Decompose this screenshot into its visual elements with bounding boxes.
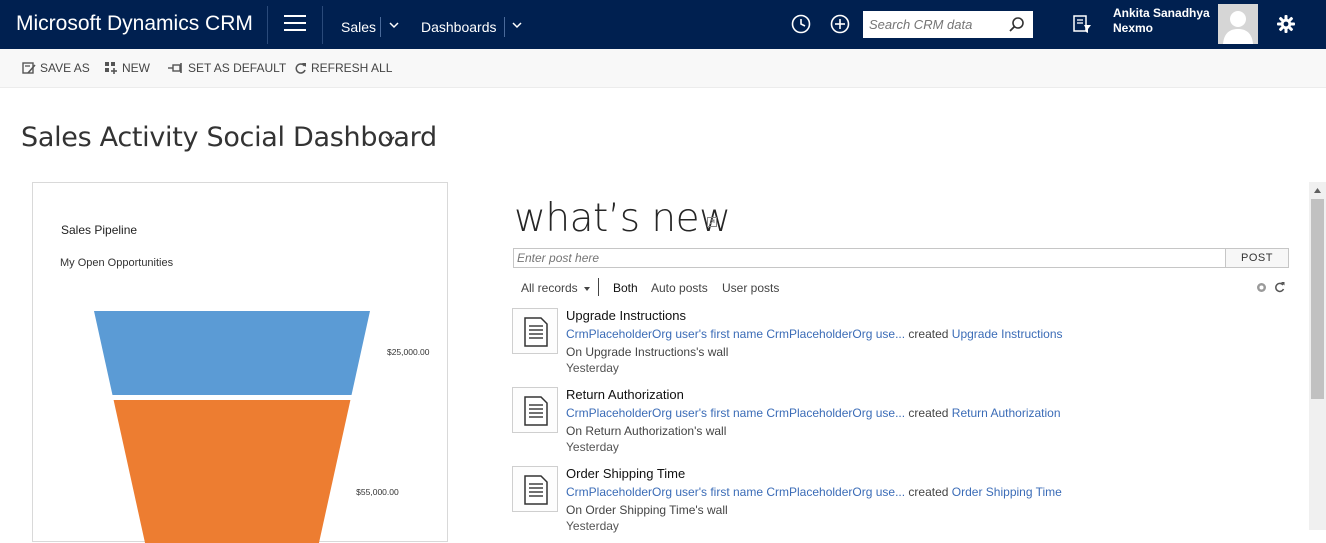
save-as-button[interactable]: SAVE AS [22,61,90,75]
settings-icon[interactable] [1276,14,1296,34]
pop-out-icon[interactable] [707,217,717,227]
funnel-chart: $25,000.00 $55,000.00 [94,311,430,543]
post-button[interactable]: POST [1225,248,1289,268]
post-target-link[interactable]: Return Authorization [952,406,1061,420]
history-icon[interactable] [790,13,812,35]
post-target-link[interactable]: Order Shipping Time [952,485,1062,499]
scroll-up-arrow-icon[interactable] [1309,182,1326,199]
document-icon [524,317,548,347]
follow-icon[interactable] [1256,282,1267,293]
nav-dashboards[interactable]: Dashboards [421,19,497,35]
new-label: NEW [122,61,150,75]
post-action: created [908,327,949,341]
post-author-link[interactable]: CrmPlaceholderOrg user's first name CrmP… [566,327,905,341]
post-author-link[interactable]: CrmPlaceholderOrg user's first name CrmP… [566,406,905,420]
document-icon [524,396,548,426]
post-author-link[interactable]: CrmPlaceholderOrg user's first name CrmP… [566,485,905,499]
user-org[interactable]: Nexmo [1113,21,1153,35]
app-title[interactable]: Microsoft Dynamics CRM [16,12,253,36]
feed-item: Return Authorization CrmPlaceholderOrg u… [512,387,1272,463]
user-silhouette-icon [1223,11,1253,44]
search-input[interactable] [863,11,1003,38]
post-action: created [908,406,949,420]
post-input[interactable] [514,249,1225,267]
chevron-down-icon[interactable] [388,19,400,31]
nav-separator [380,17,381,37]
chevron-down-icon[interactable] [511,19,523,31]
new-icon [105,62,117,74]
record-document-icon[interactable] [512,466,558,512]
post-time: Yesterday [566,519,619,533]
records-filter-label: All records [521,281,578,295]
post-wall: On Upgrade Instructions's wall [566,345,729,359]
record-document-icon[interactable] [512,308,558,354]
dashboard-selector-chevron-icon[interactable] [384,134,396,144]
save-as-icon [22,62,36,74]
set-as-default-button[interactable]: SET AS DEFAULT [168,61,286,75]
funnel-segment[interactable] [94,311,370,395]
refresh-all-label: REFRESH ALL [311,61,393,75]
refresh-all-button[interactable]: REFRESH ALL [294,61,392,75]
funnel-segment[interactable] [113,400,351,543]
sales-pipeline-chart-card: Sales Pipeline My Open Opportunities $25… [32,182,448,543]
nav-separator [504,17,505,37]
refresh-icon [295,62,306,74]
feed-item: Order Shipping Time CrmPlaceholderOrg us… [512,466,1272,542]
feed-item: Upgrade Instructions CrmPlaceholderOrg u… [512,308,1272,384]
filter-user-posts[interactable]: User posts [722,281,779,295]
post-composer: POST [513,248,1289,268]
pin-icon [168,63,182,73]
new-button[interactable]: NEW [104,61,150,75]
top-nav-bar: Microsoft Dynamics CRM Sales Dashboards … [0,0,1326,49]
post-activity-line: CrmPlaceholderOrg user's first name CrmP… [566,485,1062,499]
record-document-icon[interactable] [512,387,558,433]
command-bar: SAVE AS NEW SET AS DEFAULT REFRESH ALL [0,49,1326,88]
dashboard-title[interactable]: Sales Activity Social Dashboard [21,122,437,153]
menu-icon[interactable] [284,15,306,33]
post-time: Yesterday [566,440,619,454]
save-as-label: SAVE AS [40,61,90,75]
nav-divider [267,6,268,44]
nav-sales[interactable]: Sales [341,19,376,35]
filter-both[interactable]: Both [613,281,638,295]
whats-new-title: what’s new [514,196,731,241]
page-scrollbar[interactable] [1309,182,1326,530]
scrollbar-thumb[interactable] [1311,199,1324,399]
search-box[interactable] [863,11,1033,38]
document-icon [524,475,548,505]
caret-down-icon [584,287,591,291]
avatar[interactable] [1218,4,1258,44]
feed-refresh-icon[interactable] [1274,282,1285,293]
post-wall: On Order Shipping Time's wall [566,503,728,517]
post-target-link[interactable]: Upgrade Instructions [952,327,1063,341]
post-time: Yesterday [566,361,619,375]
post-title: Order Shipping Time [566,466,686,481]
user-name[interactable]: Ankita Sanadhya [1113,6,1210,20]
advanced-find-icon[interactable] [1071,13,1093,35]
post-wall: On Return Authorization's wall [566,424,727,438]
plus-icon[interactable] [829,13,851,35]
search-icon[interactable] [1008,16,1025,33]
post-activity-line: CrmPlaceholderOrg user's first name CrmP… [566,406,1061,420]
filter-separator [598,278,599,296]
post-title: Return Authorization [566,387,684,402]
records-filter-dropdown[interactable]: All records [521,281,591,295]
filter-auto-posts[interactable]: Auto posts [651,281,708,295]
post-title: Upgrade Instructions [566,308,686,323]
funnel-value-label: $55,000.00 [356,487,399,497]
set-as-default-label: SET AS DEFAULT [188,61,287,75]
post-activity-line: CrmPlaceholderOrg user's first name CrmP… [566,327,1063,341]
nav-divider [322,6,323,44]
post-action: created [908,485,949,499]
funnel-value-label: $25,000.00 [387,347,430,357]
